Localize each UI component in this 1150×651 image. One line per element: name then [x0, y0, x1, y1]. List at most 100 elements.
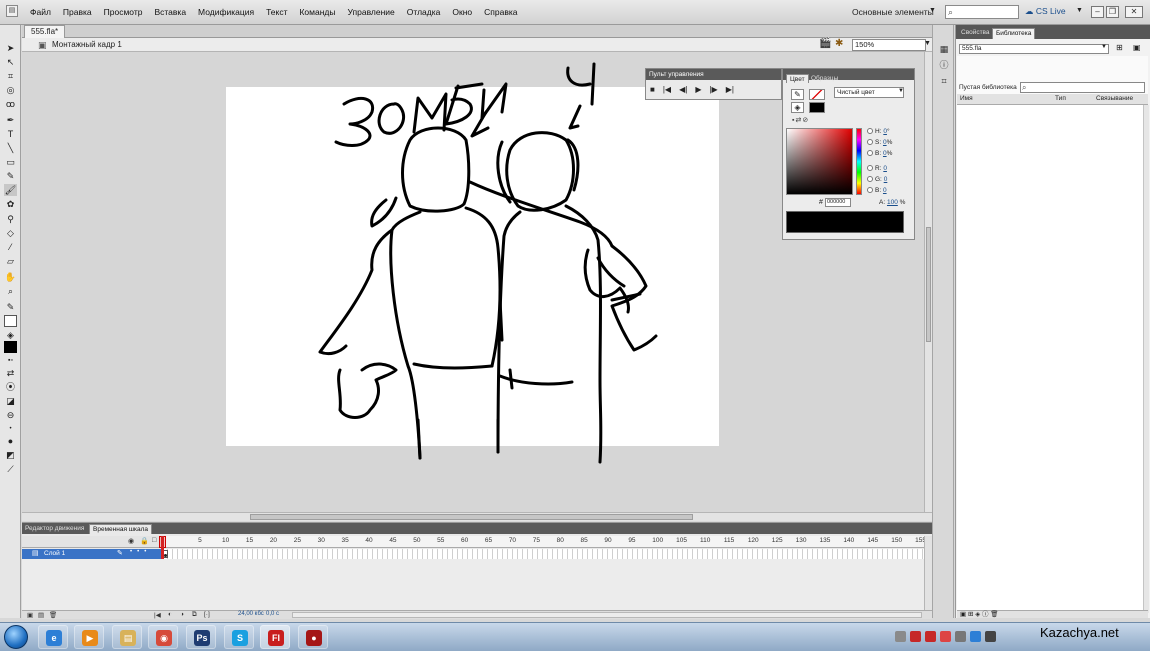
edit-multiple-icon[interactable]: ⧉ — [192, 611, 197, 619]
onion-markers-icon[interactable]: [·] — [204, 611, 210, 618]
deco-tool-icon[interactable]: ✿ — [4, 198, 17, 210]
pencil-tool-icon[interactable]: ✎ — [4, 170, 17, 182]
brush-mode-icon[interactable]: ◪ — [4, 395, 17, 407]
layer-row[interactable]: ▤ Слой 1 ✎ ••• — [22, 549, 162, 559]
minimize-button[interactable]: – — [1091, 6, 1104, 18]
delete-layer-icon[interactable]: 🗑 — [49, 611, 57, 619]
lock-fill-icon[interactable]: ◩ — [4, 449, 17, 461]
cs-live-button[interactable]: ☁ CS Live — [1025, 6, 1066, 17]
new-folder-icon[interactable]: ▤ — [38, 611, 44, 619]
selection-tool-icon[interactable]: ➤ — [4, 42, 17, 54]
workspace-switcher[interactable]: Основные элементы — [852, 7, 934, 17]
scrollbar-thumb[interactable] — [250, 514, 693, 520]
chevron-down-icon[interactable]: ▼ — [898, 88, 904, 94]
color-spectrum[interactable] — [786, 128, 853, 195]
tray-icon[interactable] — [940, 631, 951, 642]
field-red[interactable]: R: 0 — [867, 165, 887, 172]
brush-shape-round-icon[interactable]: ● — [4, 435, 17, 447]
pin-icon[interactable]: ⊞ — [1116, 43, 1123, 52]
frame-rate[interactable]: 24,00 кбс — [238, 611, 264, 617]
fill-color-swatch[interactable] — [4, 341, 17, 353]
swap-colors-icon[interactable]: ▪⇄⊘ — [792, 116, 809, 124]
field-brightness[interactable]: B: 0% — [867, 150, 892, 157]
pressure-icon[interactable]: ⟋ — [4, 463, 17, 475]
stage-vertical-scrollbar[interactable] — [924, 52, 932, 512]
new-symbol-icon[interactable]: ▣ ⊞ ◈ ⓘ 🗑 — [960, 611, 999, 618]
rectangle-tool-icon[interactable]: ▭ — [4, 156, 17, 168]
field-hue[interactable]: H: 0° — [867, 128, 890, 135]
menu-commands[interactable]: Команды — [293, 7, 341, 17]
free-transform-tool-icon[interactable]: ⌗ — [4, 70, 17, 82]
start-button[interactable] — [4, 625, 28, 649]
tab-motion-editor[interactable]: Редактор движения — [22, 524, 87, 534]
eye-icon[interactable]: ◉ — [128, 537, 134, 545]
frame-ruler[interactable]: 5 10 15 20 25 30 35 40 45 50 55 60 65 70 75 80 85 90 95 100… — [162, 536, 926, 548]
fill-bucket-icon[interactable]: ◈ — [791, 102, 804, 113]
hue-slider[interactable] — [856, 128, 862, 195]
chevron-down-icon[interactable]: ▼ — [1101, 44, 1107, 50]
color-panel-icon[interactable]: ▦ — [938, 43, 950, 55]
new-layer-icon[interactable]: ▣ — [27, 611, 33, 619]
tab-color[interactable]: Цвет — [786, 74, 809, 83]
taskbar-app-skype[interactable]: S — [224, 625, 254, 649]
taskbar-app-ie[interactable]: e — [38, 625, 68, 649]
rewind-button[interactable]: |◀ — [663, 85, 671, 94]
edit-scene-icon[interactable]: 🎬 — [819, 38, 831, 49]
timeline-empty-area[interactable] — [22, 559, 924, 611]
menu-text[interactable]: Текст — [260, 7, 293, 17]
outline-icon[interactable]: □ — [152, 537, 156, 544]
brush-size-icon[interactable]: ⊖ — [4, 409, 17, 421]
tray-icon[interactable] — [955, 631, 966, 642]
fill-color-swatch[interactable] — [809, 102, 825, 113]
menu-file[interactable]: Файл — [24, 7, 57, 17]
library-search-input[interactable]: ⌕ — [1020, 82, 1145, 93]
column-linkage[interactable]: Связывание — [1096, 95, 1133, 102]
stage-canvas[interactable] — [226, 87, 719, 446]
tab-library[interactable]: Библиотека — [992, 28, 1036, 39]
tab-swatches[interactable]: Образцы — [808, 74, 841, 83]
alpha-field[interactable]: A: 100 % — [879, 199, 905, 206]
play-button[interactable]: ▶ — [695, 85, 701, 94]
chevron-down-icon[interactable]: ▼ — [924, 40, 931, 47]
snap-to-objects-icon[interactable]: ⦿ — [4, 381, 17, 393]
hand-tool-icon[interactable]: ✋ — [4, 271, 17, 283]
lasso-tool-icon[interactable]: ꝏ — [4, 98, 17, 110]
stage-horizontal-scrollbar[interactable] — [22, 512, 932, 521]
3d-rotation-tool-icon[interactable]: ◎ — [4, 84, 17, 96]
menu-insert[interactable]: Вставка — [148, 7, 192, 17]
paint-bucket-tool-icon[interactable]: ◇ — [4, 227, 17, 239]
field-value[interactable]: 0 — [884, 176, 888, 183]
transform-panel-icon[interactable]: ⌗ — [938, 75, 950, 87]
stroke-pencil-icon[interactable]: ✎ — [791, 89, 804, 100]
tab-timeline[interactable]: Временная шкала — [89, 524, 152, 534]
menu-help[interactable]: Справка — [478, 7, 523, 17]
fill-color-icon[interactable]: ◈ — [4, 329, 17, 341]
column-type[interactable]: Тип — [1055, 95, 1066, 102]
field-value[interactable]: 0 — [883, 187, 887, 194]
taskbar-app-chrome[interactable]: ◉ — [148, 625, 178, 649]
stroke-color-icon[interactable]: ✎ — [4, 301, 17, 313]
library-list[interactable] — [957, 105, 1148, 613]
menu-window[interactable]: Окно — [446, 7, 478, 17]
taskbar-app-explorer[interactable]: ▤ — [112, 625, 142, 649]
line-tool-icon[interactable]: ╲ — [4, 142, 17, 154]
library-document-select[interactable]: 555.fla — [959, 44, 1109, 54]
new-library-icon[interactable]: ▣ — [1133, 43, 1141, 52]
eraser-tool-icon[interactable]: ▱ — [4, 255, 17, 267]
info-panel-icon[interactable]: ⓘ — [938, 59, 950, 71]
text-tool-icon[interactable]: T — [4, 128, 17, 140]
tab-properties[interactable]: Свойства — [958, 28, 993, 39]
taskbar-app-photoshop[interactable]: Ps — [186, 625, 216, 649]
stroke-color-swatch[interactable] — [4, 315, 17, 327]
menu-edit[interactable]: Правка — [57, 7, 98, 17]
edit-symbols-icon[interactable]: ✱ — [835, 38, 843, 49]
tray-icon[interactable] — [970, 631, 981, 642]
scrollbar-thumb[interactable] — [926, 227, 931, 342]
onion-outline-icon[interactable]: ◑ — [180, 611, 184, 618]
lock-icon[interactable]: 🔒 — [140, 537, 149, 545]
alpha-value[interactable]: 100 — [887, 199, 898, 206]
stop-button[interactable]: ■ — [650, 85, 655, 94]
chevron-down-icon[interactable]: ▼ — [1076, 7, 1083, 14]
scene-label[interactable]: Монтажный кадр 1 — [52, 40, 122, 49]
tray-icon[interactable] — [910, 631, 921, 642]
